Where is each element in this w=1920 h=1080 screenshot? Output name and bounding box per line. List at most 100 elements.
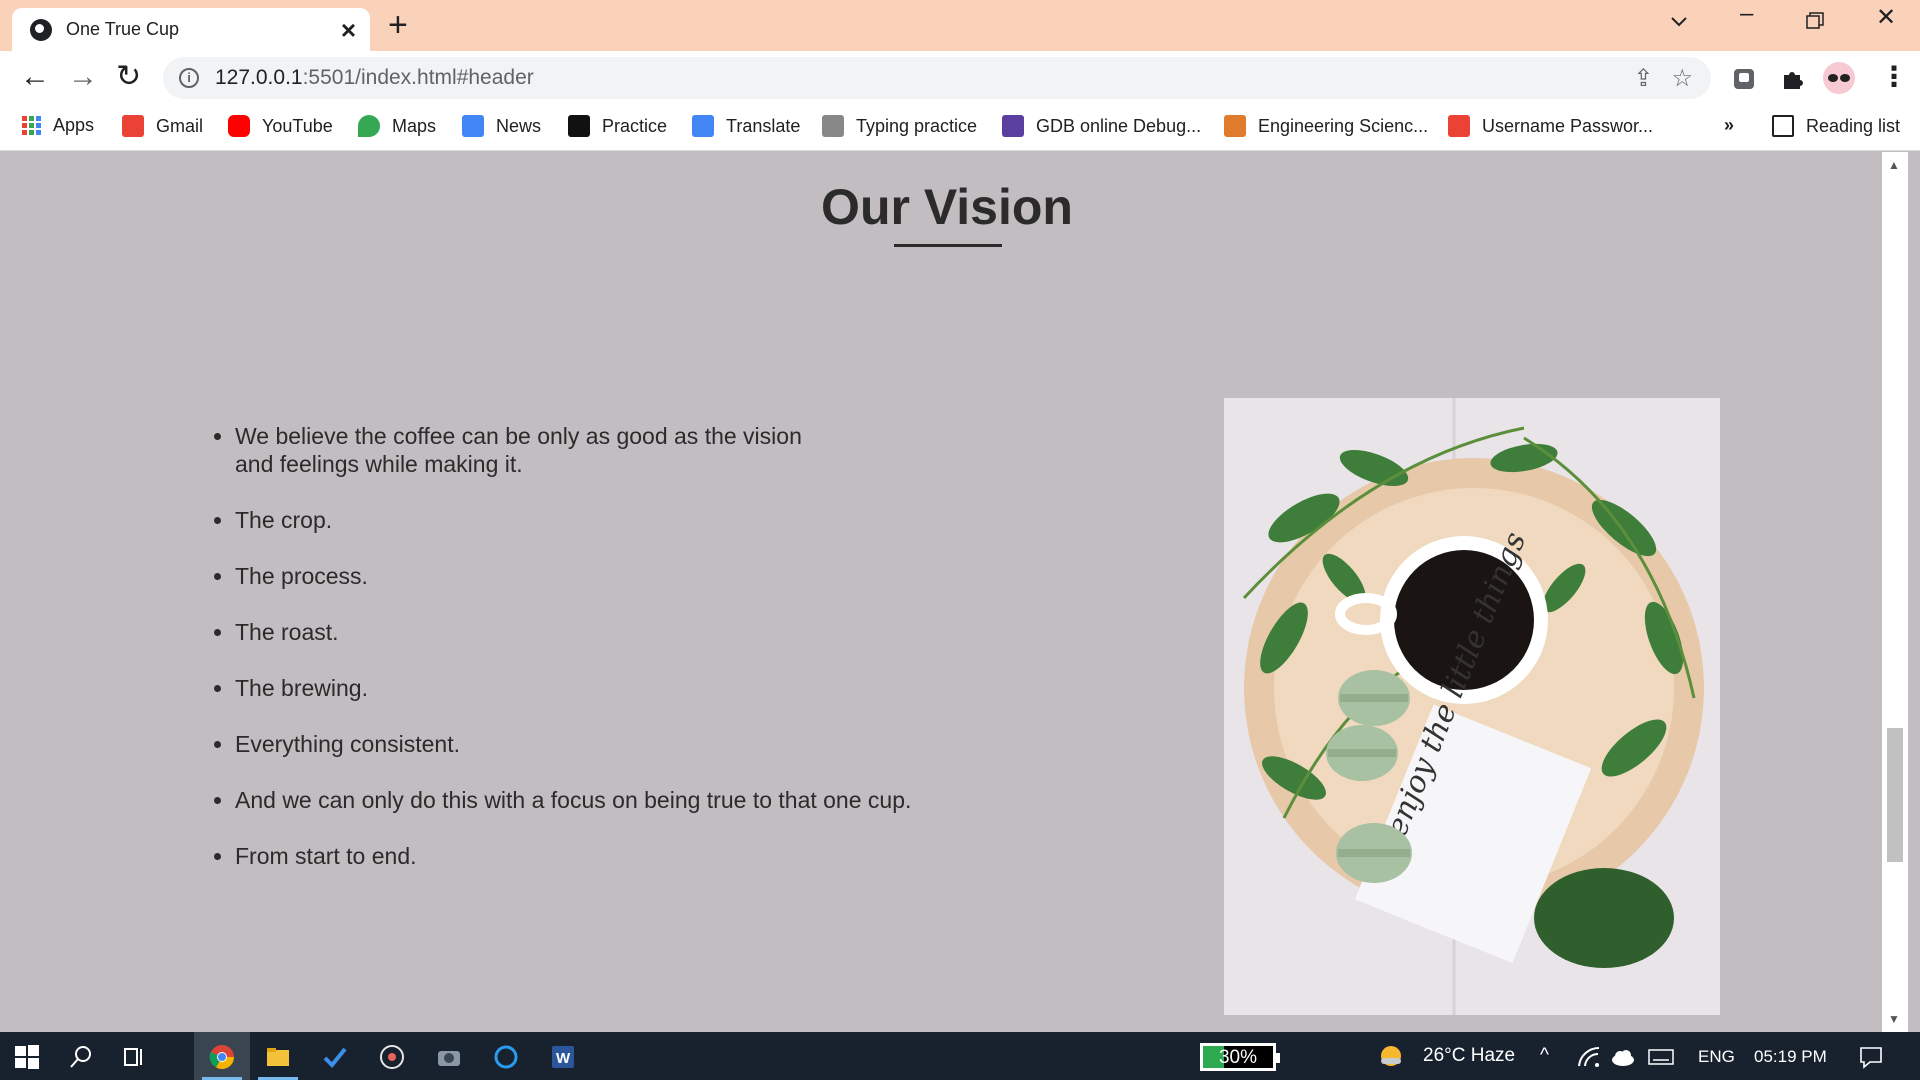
svg-text:W: W [556,1050,571,1067]
todo-check-icon[interactable] [322,1044,348,1070]
translate-icon [692,115,714,137]
bookmark-engineering[interactable]: Engineering Scienc... [1224,115,1428,137]
reading-list-button[interactable]: Reading list [1772,115,1900,137]
cortana-icon[interactable] [493,1044,519,1070]
tab-strip: One True Cup × + – ✕ [0,0,1920,51]
list-item: We believe the coffee can be only as goo… [235,422,845,478]
windows-taskbar: W 30% 26°C Haze ^ ENG 05:19 PM [0,1032,1920,1080]
page-viewport: Our Vision We believe the coffee can be … [12,152,1882,1032]
reading-list-icon [1772,115,1794,137]
bookmark-label: Maps [392,115,437,136]
url-host: 127.0.0.1 [215,66,303,89]
keyboard-icon[interactable] [1648,1044,1674,1070]
bookmark-youtube[interactable]: YouTube [228,115,333,137]
search-icon[interactable] [68,1044,94,1070]
profile-avatar-icon[interactable] [1823,62,1855,94]
new-tab-button[interactable]: + [388,8,408,42]
media-player-icon[interactable] [379,1044,405,1070]
bookmark-star-icon[interactable]: ☆ [1671,64,1693,93]
typing-icon [822,115,844,137]
forward-arrow-icon[interactable]: → [68,62,98,92]
bookmarks-bar: Apps Gmail YouTube Maps News Practice Tr… [0,105,1920,151]
camera-icon[interactable] [436,1044,462,1070]
bookmark-label: Typing practice [856,115,978,136]
vertical-scrollbar[interactable]: ▲ ▼ [1882,152,1908,1032]
engineering-icon [1224,115,1246,137]
bookmark-label: YouTube [262,115,333,136]
onedrive-cloud-icon[interactable] [1610,1044,1636,1070]
scroll-down-arrow-icon[interactable]: ▼ [1888,1012,1900,1026]
bookmarks-overflow-button[interactable]: » [1724,115,1734,136]
minimize-icon[interactable]: – [1740,2,1753,26]
list-item: The crop. [235,506,1011,534]
battery-indicator[interactable]: 30% [1200,1043,1280,1071]
site-info-icon[interactable]: i [179,68,199,88]
tab-search-icon[interactable] [1668,10,1690,32]
clock[interactable]: 05:19 PM [1754,1047,1827,1067]
extension-icon[interactable] [1731,66,1757,92]
scroll-up-arrow-icon[interactable]: ▲ [1888,158,1900,172]
puzzle-extensions-icon[interactable] [1779,66,1805,92]
list-item: Everything consistent. [235,730,1011,758]
bookmark-label: Apps [53,115,95,135]
restore-icon[interactable] [1806,12,1824,30]
bookmark-practice[interactable]: Practice [568,115,667,137]
bookmark-maps[interactable]: Maps [358,115,436,137]
bookmark-gmail[interactable]: Gmail [122,115,203,137]
battery-percent: 30% [1218,1047,1258,1068]
reading-list-label: Reading list [1806,115,1901,136]
gmail-icon [1448,115,1470,137]
bookmark-gdb[interactable]: GDB online Debug... [1002,115,1201,137]
url-text: 127.0.0.1:5501/index.html#header [215,66,1633,90]
list-item: The brewing. [235,674,1011,702]
gdb-icon [1002,115,1024,137]
menu-kebab-icon[interactable]: ⋮ [1880,63,1908,91]
bookmark-label: Engineering Scienc... [1258,115,1429,136]
list-item: The roast. [235,618,1011,646]
bookmark-label: Practice [602,115,668,136]
maps-icon [358,115,380,137]
bookmark-translate[interactable]: Translate [692,115,800,137]
apps-grid-icon [22,116,41,135]
youtube-icon [228,115,250,137]
weather-text[interactable]: 26°C Haze [1423,1045,1515,1067]
back-arrow-icon[interactable]: ← [20,62,50,92]
bookmark-label: News [496,115,542,136]
browser-toolbar: ← → ↻ i 127.0.0.1:5501/index.html#header… [0,51,1920,105]
file-explorer-icon[interactable] [265,1044,291,1070]
tray-overflow-chevron-icon[interactable]: ^ [1540,1045,1549,1067]
tab-title: One True Cup [66,19,180,39]
list-item: The process. [235,562,1011,590]
list-item: From start to end. [235,842,1011,870]
bookmark-label: Gmail [156,115,204,136]
reload-icon[interactable]: ↻ [116,62,141,92]
share-icon[interactable]: ⇪ [1633,64,1653,93]
globe-icon [30,18,52,41]
scroll-thumb[interactable] [1887,728,1903,862]
browser-tab[interactable]: One True Cup × [12,8,370,51]
bookmark-typing-practice[interactable]: Typing practice [822,115,977,137]
address-bar[interactable]: i 127.0.0.1:5501/index.html#header ⇪ ☆ [163,57,1711,99]
windows-start-icon[interactable] [14,1044,40,1070]
bookmark-username-password[interactable]: Username Passwor... [1448,115,1653,137]
list-item: And we can only do this with a focus on … [235,786,1011,814]
word-icon[interactable]: W [550,1044,576,1070]
bookmark-apps[interactable]: Apps [22,115,94,136]
task-view-icon[interactable] [122,1044,148,1070]
vision-list: We believe the coffee can be only as goo… [211,422,1011,898]
close-tab-icon[interactable]: × [341,17,356,43]
practice-icon [568,115,590,137]
url-path: :5501/index.html#header [302,66,534,89]
notification-center-icon[interactable] [1858,1044,1884,1070]
weather-sun-icon[interactable] [1378,1043,1404,1069]
coffee-photo: enjoy the little things [1224,398,1720,1015]
bookmark-label: Username Passwor... [1482,115,1654,136]
coffee-illustration: enjoy the little things [1224,398,1720,1015]
chrome-icon[interactable] [209,1044,235,1070]
bookmark-news[interactable]: News [462,115,541,137]
wifi-icon[interactable] [1576,1044,1602,1070]
language-indicator[interactable]: ENG [1698,1047,1735,1067]
gmail-icon [122,115,144,137]
page-heading: Our Vision [821,179,1073,235]
close-window-icon[interactable]: ✕ [1876,6,1896,30]
